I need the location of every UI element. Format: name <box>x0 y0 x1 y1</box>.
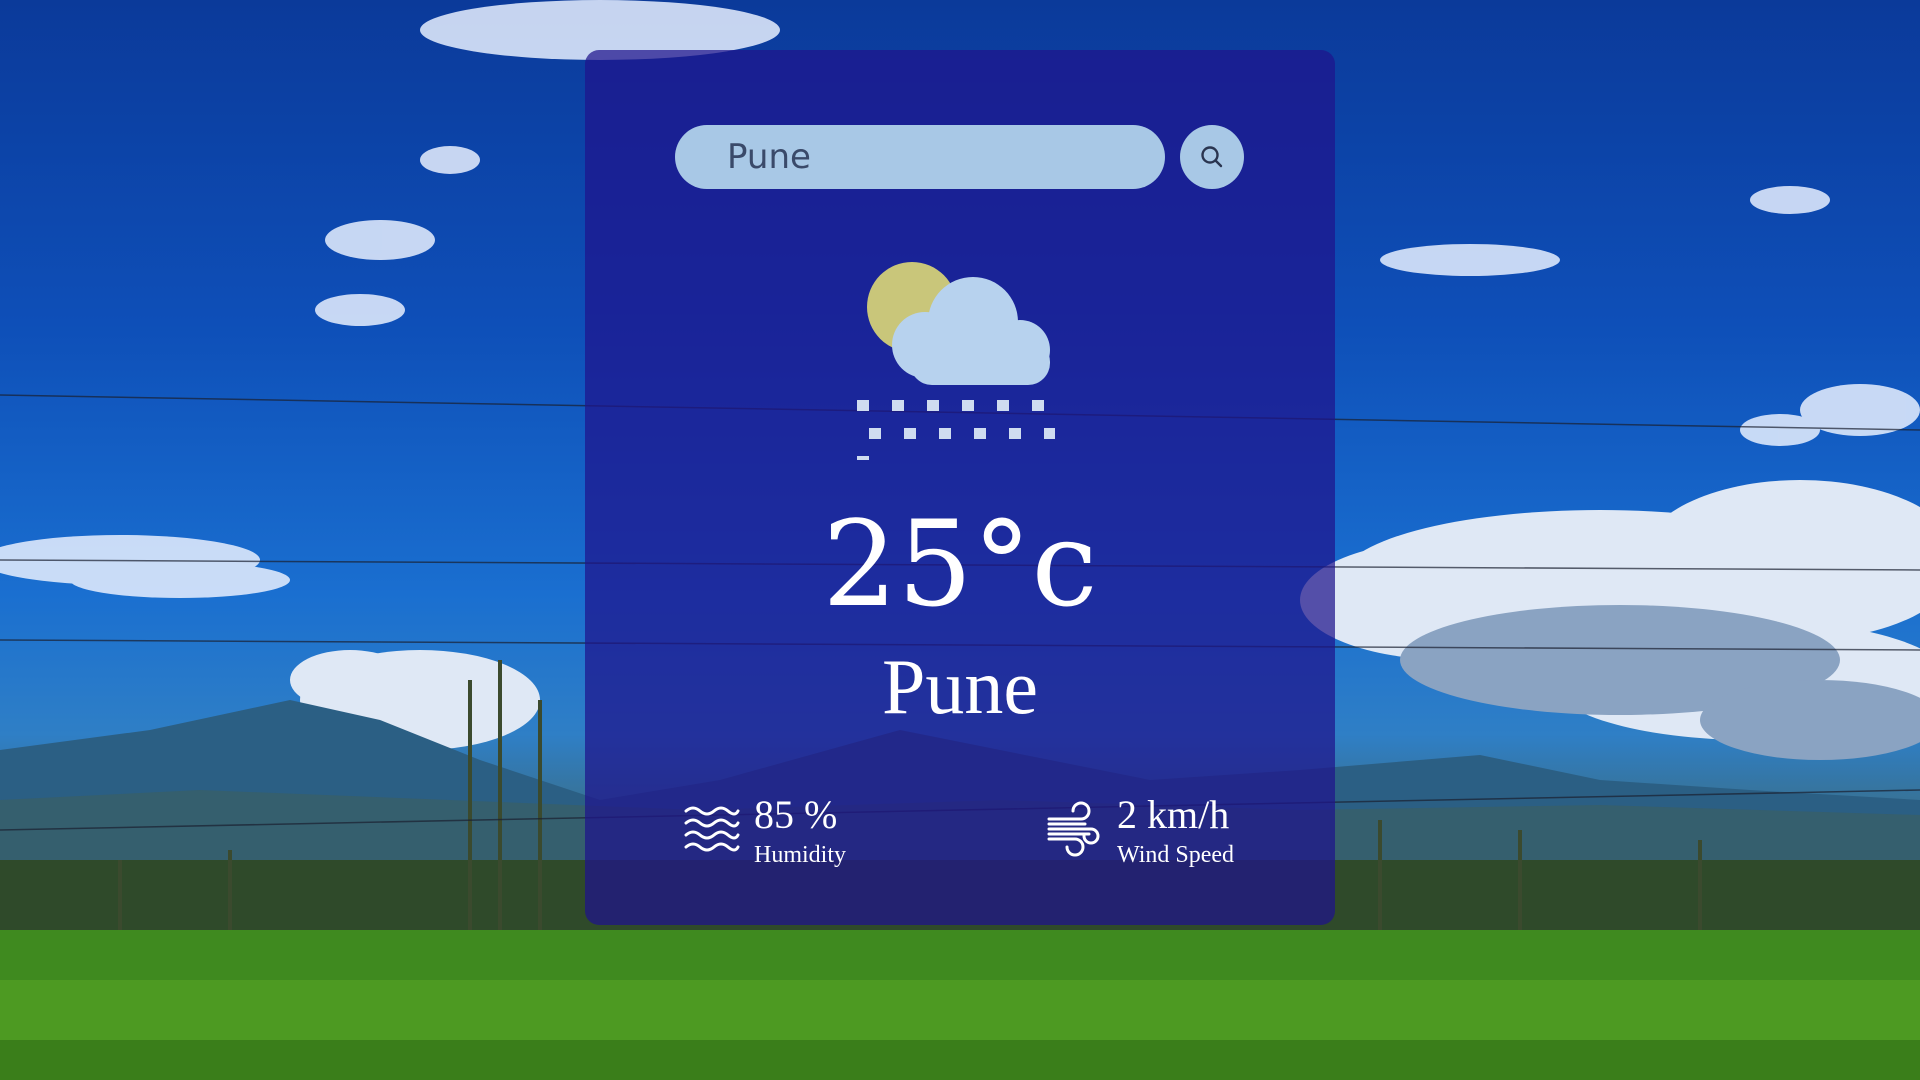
humidity-value: 85 % <box>754 792 838 837</box>
wind-label: Wind Speed <box>1117 842 1235 868</box>
city-name: Pune <box>882 643 1038 730</box>
humidity-label: Humidity <box>754 842 847 868</box>
search-input[interactable] <box>725 136 1129 178</box>
humidity-waves-icon <box>684 806 740 852</box>
temperature: 25°c <box>822 495 1098 633</box>
weather-card: 25°c Pune 85 % Humidity 2 <box>585 50 1335 925</box>
snow-cloud-sun-icon <box>857 262 1055 460</box>
wind-icon <box>1047 801 1100 857</box>
wind-value: 2 km/h <box>1117 792 1230 837</box>
search-icon <box>1201 146 1223 168</box>
wind-stat: 2 km/h Wind Speed <box>1045 795 1234 867</box>
search-bar[interactable] <box>675 125 1165 189</box>
search-button[interactable] <box>1180 125 1244 189</box>
humidity-stat: 85 % Humidity <box>682 795 846 867</box>
